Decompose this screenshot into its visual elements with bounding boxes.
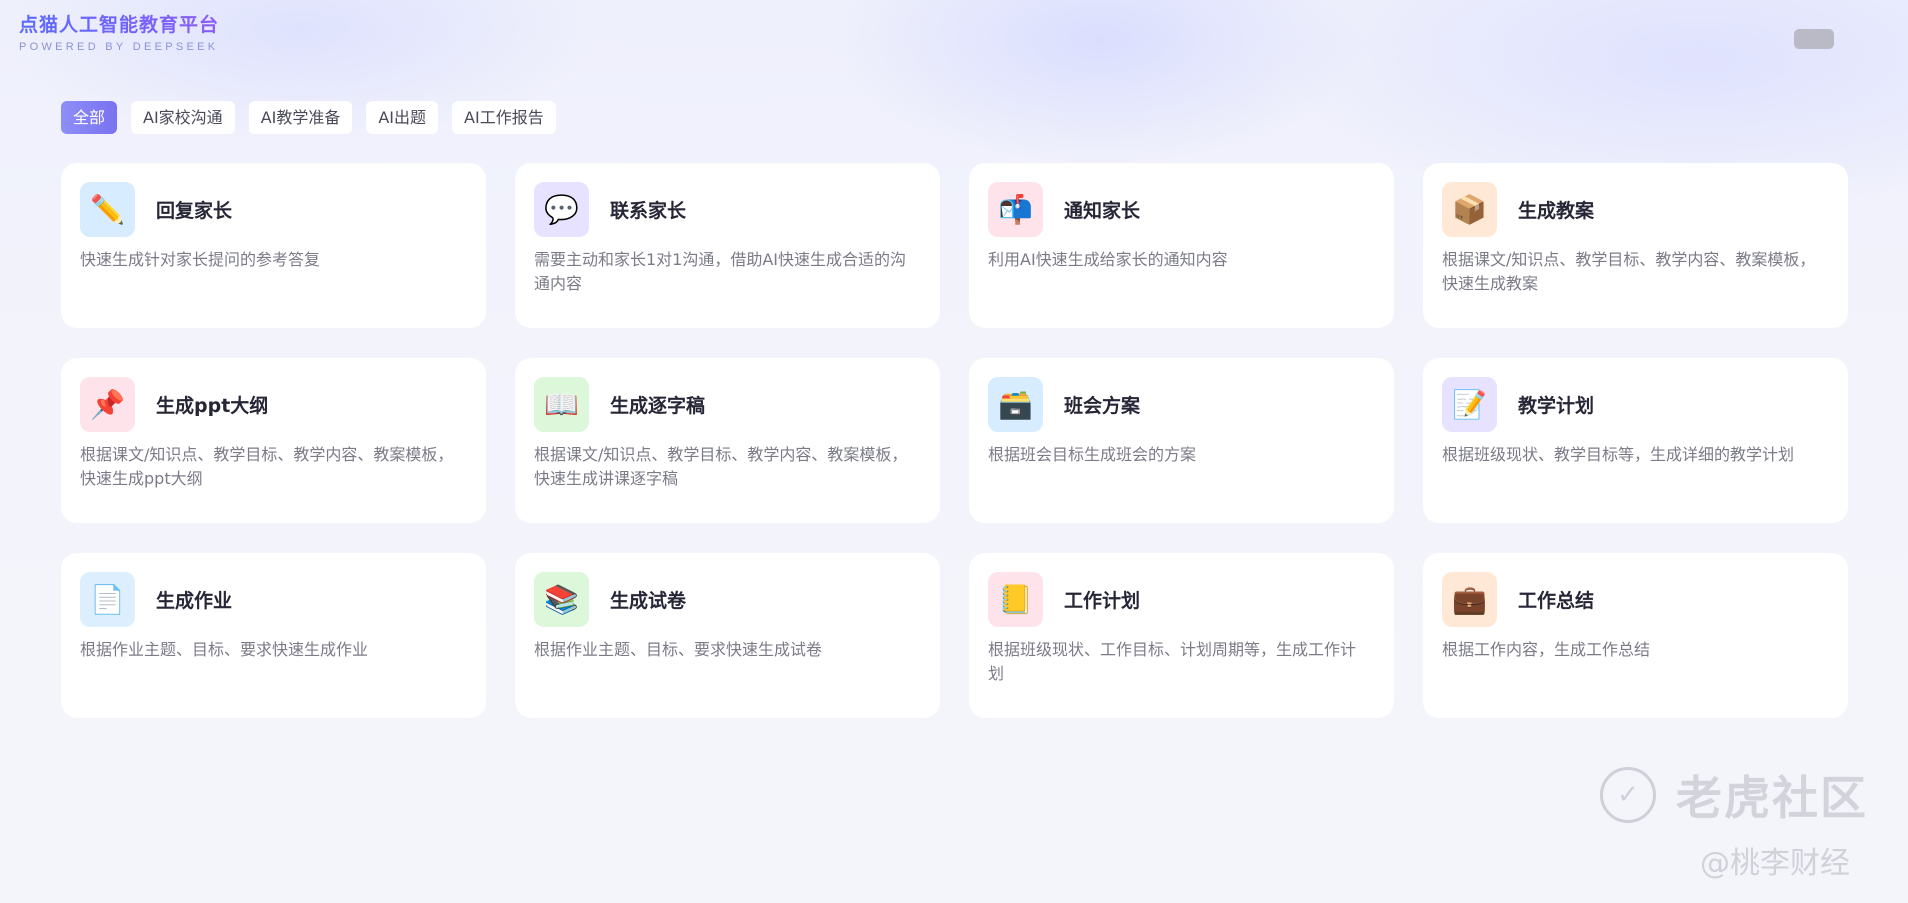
- card-contact-parents[interactable]: 💬 联系家长 需要主动和家长1对1沟通，借助AI快速生成合适的沟通内容: [515, 163, 940, 328]
- watermark-subtext: @桃李财经: [1700, 846, 1850, 881]
- card-description: 快速生成针对家长提问的参考答复: [80, 250, 321, 269]
- card-description: 需要主动和家长1对1沟通，借助AI快速生成合适的沟通内容: [534, 250, 907, 293]
- mailbox-icon: 📬: [988, 182, 1043, 237]
- card-exam[interactable]: 📚 生成试卷 根据作业主题、目标、要求快速生成试卷: [515, 553, 940, 718]
- card-lesson-plan[interactable]: 📦 生成教案 根据课文/知识点、教学目标、教学内容、教案模板，快速生成教案: [1423, 163, 1848, 328]
- tool-card-grid: ✏️ 回复家长 快速生成针对家长提问的参考答复 💬 联系家长 需要主动和家长1对…: [61, 163, 1848, 718]
- card-teaching-plan[interactable]: 📝 教学计划 根据班级现状、教学目标等，生成详细的教学计划: [1423, 358, 1848, 523]
- tab-work-report[interactable]: AI工作报告: [452, 101, 556, 134]
- tiger-logo-icon: ✓: [1600, 767, 1656, 823]
- watermark-text: 老虎社区: [1676, 771, 1868, 825]
- card-description: 根据工作内容，生成工作总结: [1442, 640, 1651, 659]
- document-icon: 📄: [80, 572, 135, 627]
- watermark: ✓ 老虎社区: [1600, 762, 1868, 828]
- card-description: 根据课文/知识点、教学目标、教学内容、教案模板，快速生成讲课逐字稿: [534, 445, 908, 488]
- brand-title: 点猫人工智能教育平台: [19, 14, 220, 36]
- file-cabinet-icon: 🗃️: [988, 377, 1043, 432]
- briefcase-icon: 💼: [1442, 572, 1497, 627]
- tab-questions[interactable]: AI出题: [366, 101, 439, 134]
- card-title: 教学计划: [1518, 395, 1595, 417]
- tab-home-school[interactable]: AI家校沟通: [131, 101, 235, 134]
- card-title: 联系家长: [610, 200, 687, 222]
- card-title: 通知家长: [1064, 200, 1141, 222]
- card-description: 根据班级现状、工作目标、计划周期等，生成工作计划: [988, 640, 1357, 683]
- card-description: 根据课文/知识点、教学目标、教学内容、教案模板，快速生成ppt大纲: [80, 445, 454, 488]
- card-title: 工作计划: [1064, 590, 1141, 612]
- card-work-plan[interactable]: 📒 工作计划 根据班级现状、工作目标、计划周期等，生成工作计划: [969, 553, 1394, 718]
- card-description: 根据班会目标生成班会的方案: [988, 445, 1197, 464]
- card-title: 生成ppt大纲: [156, 395, 269, 417]
- card-title: 生成教案: [1518, 200, 1595, 222]
- box-icon: 📦: [1442, 182, 1497, 237]
- card-reply-parents[interactable]: ✏️ 回复家长 快速生成针对家长提问的参考答复: [61, 163, 486, 328]
- tab-all[interactable]: 全部: [61, 101, 118, 134]
- card-class-meeting[interactable]: 🗃️ 班会方案 根据班会目标生成班会的方案: [969, 358, 1394, 523]
- speech-bubble-icon: 💬: [534, 182, 589, 237]
- card-ppt-outline[interactable]: 📌 生成ppt大纲 根据课文/知识点、教学目标、教学内容、教案模板，快速生成pp…: [61, 358, 486, 523]
- card-work-summary[interactable]: 💼 工作总结 根据工作内容，生成工作总结: [1423, 553, 1848, 718]
- user-menu-button[interactable]: [1794, 29, 1834, 49]
- card-title: 班会方案: [1064, 395, 1141, 417]
- card-description: 根据课文/知识点、教学目标、教学内容、教案模板，快速生成教案: [1442, 250, 1816, 293]
- books-icon: 📚: [534, 572, 589, 627]
- card-homework[interactable]: 📄 生成作业 根据作业主题、目标、要求快速生成作业: [61, 553, 486, 718]
- pushpin-icon: 📌: [80, 377, 135, 432]
- notebook-icon: 📒: [988, 572, 1043, 627]
- card-transcript[interactable]: 📖 生成逐字稿 根据课文/知识点、教学目标、教学内容、教案模板，快速生成讲课逐字…: [515, 358, 940, 523]
- card-notify-parents[interactable]: 📬 通知家长 利用AI快速生成给家长的通知内容: [969, 163, 1394, 328]
- card-title: 回复家长: [156, 200, 233, 222]
- brand: 点猫人工智能教育平台 POWERED BY DEEPSEEK: [19, 13, 219, 53]
- brand-subtitle: POWERED BY DEEPSEEK: [19, 41, 219, 53]
- open-book-icon: 📖: [534, 377, 589, 432]
- card-title: 生成作业: [156, 590, 233, 612]
- card-description: 根据班级现状、教学目标等，生成详细的教学计划: [1442, 445, 1795, 464]
- category-tabs: 全部 AI家校沟通 AI教学准备 AI出题 AI工作报告: [61, 101, 556, 134]
- tab-teaching-prep[interactable]: AI教学准备: [248, 101, 353, 134]
- card-title: 工作总结: [1518, 590, 1595, 612]
- card-title: 生成逐字稿: [610, 395, 706, 417]
- memo-icon: 📝: [1442, 377, 1497, 432]
- pencil-icon: ✏️: [80, 182, 135, 237]
- card-description: 根据作业主题、目标、要求快速生成作业: [80, 640, 369, 659]
- card-description: 利用AI快速生成给家长的通知内容: [988, 250, 1228, 269]
- card-title: 生成试卷: [610, 590, 687, 612]
- card-description: 根据作业主题、目标、要求快速生成试卷: [534, 640, 823, 659]
